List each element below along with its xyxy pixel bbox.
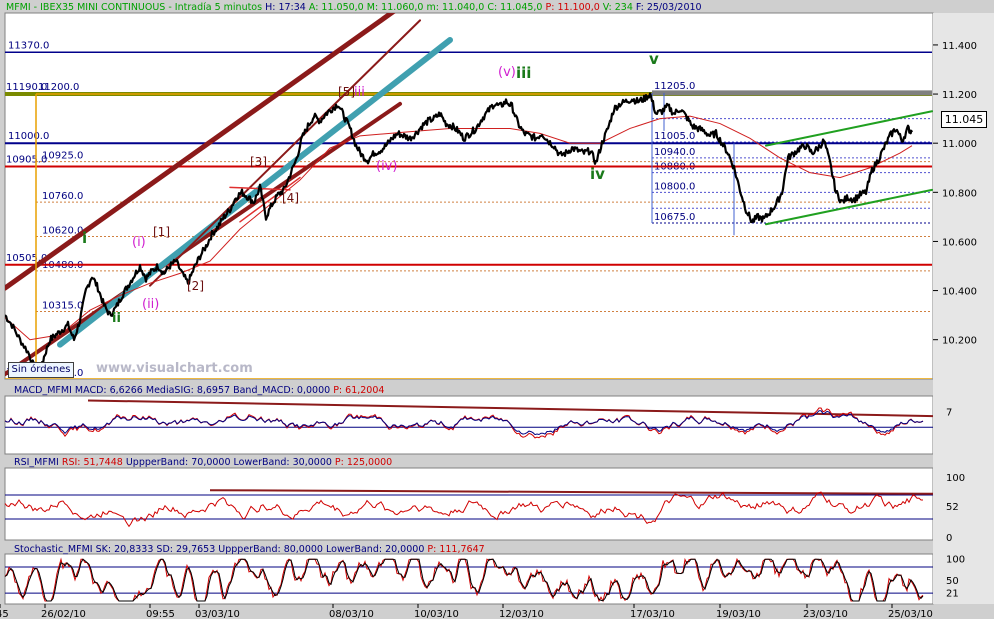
elliott-wave-label: [5]: [338, 85, 355, 99]
level-label: 11205.0: [654, 81, 695, 92]
price-header: MFMI - IBEX35 MINI CONTINUOUS - Intradía…: [6, 2, 702, 13]
chart-window: MFMI - IBEX35 MINI CONTINUOUS - Intradía…: [0, 0, 994, 619]
dashed-level-label: 10925.0: [42, 151, 83, 162]
header-field: Band_MACD: 0,0000: [230, 385, 330, 396]
header-field: SK: 20,8333: [93, 544, 154, 555]
header-field: MACD: 6,6266: [72, 385, 143, 396]
header-field: RSI_MFMI: [14, 457, 59, 468]
header-field: LowerBand: 30,0000: [231, 457, 332, 468]
elliott-wave-label: iii: [516, 64, 531, 82]
elliott-wave-label: [1]: [153, 225, 170, 239]
elliott-wave-label: v: [649, 50, 659, 68]
rsi-header: RSI_MFMI RSI: 51,7448 UppperBand: 70,000…: [14, 457, 392, 468]
dashed-level-label: 10800.0: [654, 181, 695, 192]
stoch-tick-label: 21: [946, 589, 959, 600]
header-field: LowerBand: 20,0000: [323, 544, 424, 555]
y-axis-bg: [933, 13, 994, 604]
header-field: P: 125,0000: [332, 457, 392, 468]
header-field: m: 11.040,0: [423, 2, 484, 13]
header-field: P: 11.100,0: [542, 2, 599, 13]
header-field: SD: 29,7653: [153, 544, 215, 555]
last-price-tag: 11.045: [941, 111, 987, 128]
header-field: UppperBand: 70,0000: [123, 457, 231, 468]
elliott-wave-label: [3]: [250, 155, 267, 169]
rsi-tick-label: 52: [946, 502, 959, 513]
x-tick-label: 10/03/10: [414, 609, 459, 619]
header-field: A: 11.050,0: [306, 2, 364, 13]
elliott-wave-label: i: [82, 229, 87, 247]
rsi-panel-bg: [4, 467, 934, 541]
x-tick-label: 09:55: [146, 609, 175, 619]
stoch-tick-label: 100: [946, 554, 965, 565]
y-tick-label: 11.000: [942, 139, 977, 150]
elliott-wave-label: ii: [112, 311, 121, 326]
header-field: H: 17:34: [262, 2, 306, 13]
x-tick-label: 17/03/10: [630, 609, 675, 619]
dashed-level-label: 10315.0: [42, 300, 83, 311]
dashed-level-label: 11005.0: [654, 131, 695, 142]
header-field: F: 25/03/2010: [633, 2, 702, 13]
header-field: V: 234: [600, 2, 633, 13]
dashed-level-label: 10940.0: [654, 147, 695, 158]
header-field: P: 61,2004: [330, 385, 384, 396]
elliott-wave-label: iii: [354, 85, 365, 100]
header-field: P: 111,7647: [424, 544, 484, 555]
y-tick-label: 10.200: [942, 336, 977, 347]
y-tick-label: 11.200: [942, 90, 977, 101]
header-field: MFMI - IBEX35 MINI CONTINUOUS - Intradía…: [6, 2, 262, 13]
level-label: 11200.0: [38, 82, 79, 93]
elliott-wave-label: (ii): [142, 297, 159, 312]
x-tick-label: 45: [0, 609, 9, 619]
x-tick-label: 25/03/10: [888, 609, 933, 619]
rsi-tick-label: 0: [946, 533, 952, 544]
macd-header: MACD_MFMI MACD: 6,6266 MediaSIG: 8,6957 …: [14, 385, 384, 396]
price-panel-bg: [4, 12, 934, 380]
header-field: C: 11.045,0: [484, 2, 542, 13]
elliott-wave-label: (iv): [376, 159, 397, 174]
header-field: M: 11.060,0: [364, 2, 424, 13]
level-label: 11000.0: [8, 131, 49, 142]
order-status-button[interactable]: Sin órdenes: [8, 362, 74, 378]
elliott-wave-label: iv: [590, 165, 605, 183]
y-tick-label: 10.400: [942, 287, 977, 298]
x-tick-label: 12/03/10: [499, 609, 544, 619]
dashed-level-label: 10760.0: [42, 191, 83, 202]
header-field: RSI: 51,7448: [59, 457, 123, 468]
header-field: MACD_MFMI: [14, 385, 72, 396]
dashed-level-label: 10675.0: [654, 212, 695, 223]
x-tick-label: 23/03/10: [803, 609, 848, 619]
level-label: 11370.0: [8, 40, 49, 51]
stoch-header: Stochastic_MFMI SK: 20,8333 SD: 29,7653 …: [14, 544, 485, 555]
stoch-tick-label: 50: [946, 576, 959, 587]
level-label: 10905.0: [6, 155, 47, 166]
chart-canvas: MFMI - IBEX35 MINI CONTINUOUS - Intradía…: [0, 2, 994, 619]
elliott-wave-label: (i): [132, 235, 146, 250]
y-tick-label: 10.800: [942, 188, 977, 199]
x-tick-label: 03/03/10: [195, 609, 240, 619]
x-tick-label: 08/03/10: [329, 609, 374, 619]
header-field: Stochastic_MFMI: [14, 544, 93, 555]
macd-tick-label: 7: [946, 408, 952, 419]
header-field: UppperBand: 80,0000: [215, 544, 323, 555]
x-tick-label: 19/03/10: [716, 609, 761, 619]
y-tick-label: 10.600: [942, 237, 977, 248]
elliott-wave-label: (v): [498, 65, 516, 80]
x-tick-label: 26/02/10: [41, 609, 86, 619]
header-field: MediaSIG: 8,6957: [143, 385, 230, 396]
rsi-tick-label: 100: [946, 473, 965, 484]
watermark: www.visualchart.com: [96, 361, 253, 376]
y-tick-label: 11.400: [942, 41, 977, 52]
elliott-wave-label: [2]: [187, 279, 204, 293]
elliott-wave-label: [4]: [282, 191, 299, 205]
